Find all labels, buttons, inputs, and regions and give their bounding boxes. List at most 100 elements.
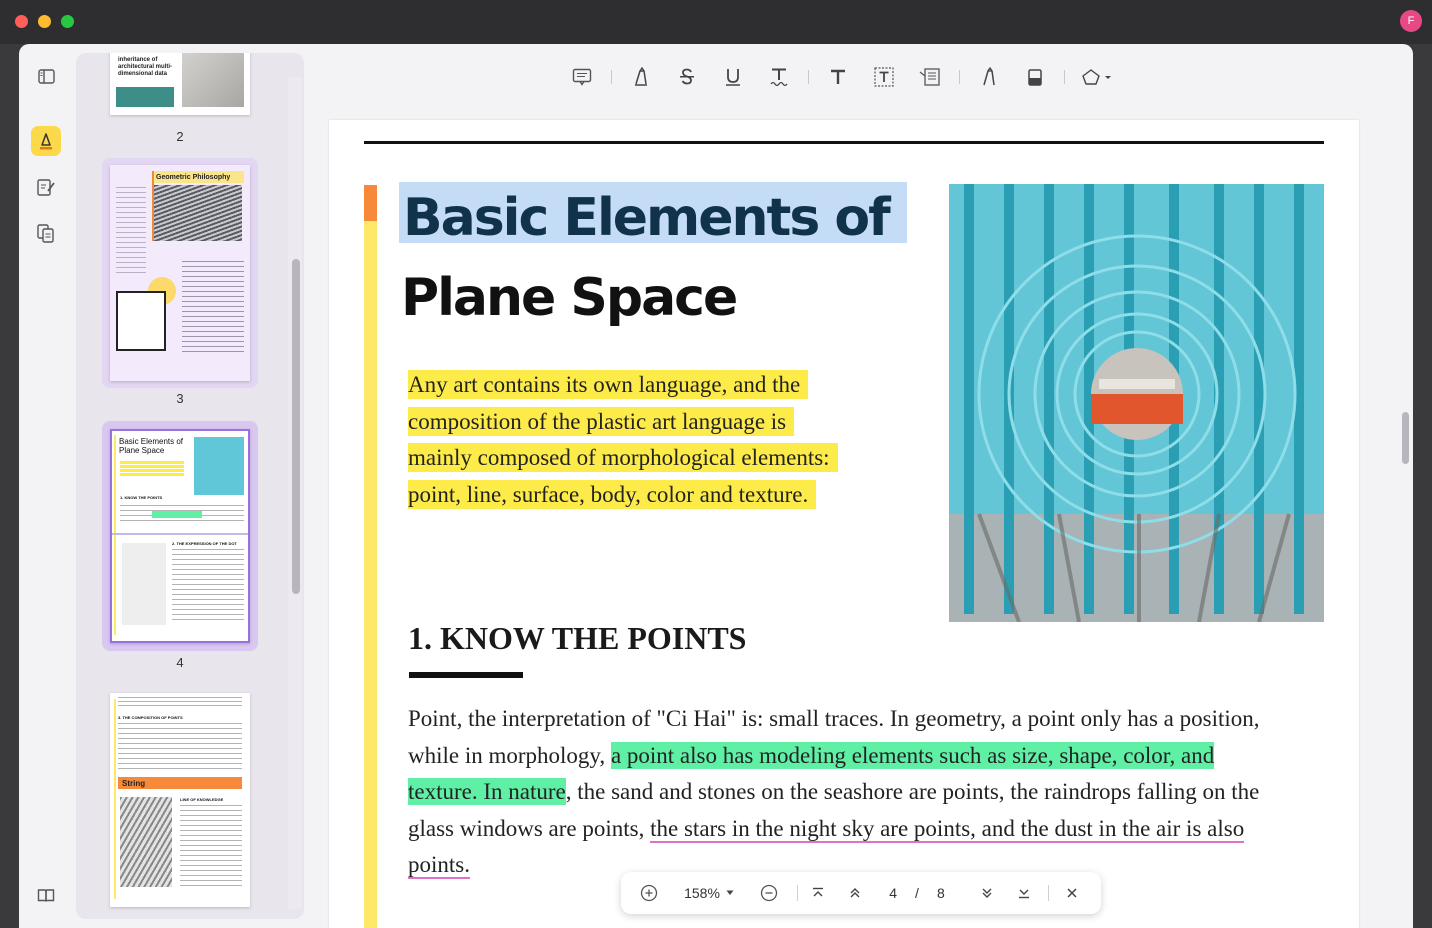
close-zoombar-button[interactable] <box>1049 872 1095 914</box>
pencil-tool-button[interactable] <box>974 62 1004 92</box>
previous-page-button[interactable] <box>838 872 872 914</box>
thumbnail-text-block <box>118 697 242 707</box>
strikethrough-icon <box>680 68 694 85</box>
last-page-icon <box>1019 889 1029 899</box>
thumbnail-highlight <box>152 511 202 518</box>
total-pages: 8 <box>936 885 945 901</box>
intro-paragraph[interactable]: Any art contains its own language, and t… <box>408 367 908 513</box>
thumbnail-text-block <box>172 549 244 621</box>
toolbar-separator <box>959 70 960 84</box>
highlight-icon <box>635 67 647 86</box>
thumbnail-scrollbar[interactable] <box>292 259 300 594</box>
toolbar-separator <box>808 70 809 84</box>
thumbnail-image <box>194 437 244 495</box>
edit-mode-button[interactable] <box>31 172 61 202</box>
page-separator: / <box>915 885 919 901</box>
chevron-down-icon <box>726 890 734 895</box>
document-scrollbar[interactable] <box>1402 412 1409 464</box>
strikethrough-tool-button[interactable] <box>672 62 702 92</box>
comment-tool-button[interactable] <box>567 62 597 92</box>
thumbnail-image <box>154 185 242 241</box>
thumbnail-page-2[interactable]: inheritance of architectural multi-dimen… <box>110 53 250 115</box>
zoom-in-icon <box>640 884 658 902</box>
sidebar-toggle-button[interactable] <box>31 61 61 91</box>
document-page: Basic Elements of Plane Space Any art co… <box>329 120 1359 928</box>
photo-illustration <box>949 184 1324 622</box>
intro-line: point, line, surface, body, color and te… <box>408 479 817 509</box>
thumbnail-page-5[interactable]: 3. THE COMPOSITION OF POINTS String LINE… <box>110 693 250 907</box>
squiggly-tool-button[interactable] <box>764 62 794 92</box>
highlighter-icon <box>40 133 52 150</box>
eraser-tool-button[interactable] <box>1020 62 1050 92</box>
page-top-rule <box>364 141 1324 144</box>
page-title-line-1[interactable]: Basic Elements of <box>399 182 907 246</box>
zoom-level-dropdown[interactable]: 158% <box>677 872 741 914</box>
thumbnail-title: Geometric Philosophy <box>156 174 231 181</box>
maximize-window-button[interactable] <box>61 15 74 28</box>
zoom-in-button[interactable] <box>621 872 677 914</box>
page-accent-bar <box>364 185 377 928</box>
thumbnail-text-block <box>118 723 242 769</box>
thumbnail-number: 3 <box>176 391 184 406</box>
minimize-window-button[interactable] <box>38 15 51 28</box>
chevron-double-down-icon <box>982 888 992 898</box>
text-tool-button[interactable] <box>823 62 853 92</box>
thumbnail-subheading: 1. KNOW THE POINTS <box>120 495 163 500</box>
body-paragraph[interactable]: Point, the interpretation of "Ci Hai" is… <box>408 701 1288 884</box>
zoom-navigation-bar: 158% 4 / 8 <box>621 872 1101 914</box>
page-indicator[interactable]: 4 / 8 <box>872 879 962 907</box>
text-callout-icon <box>919 68 940 86</box>
text-icon <box>831 69 845 84</box>
text-callout-tool-button[interactable] <box>915 62 945 92</box>
pencil-icon <box>983 67 995 86</box>
thumbnail-divider <box>112 533 248 535</box>
thumbnail-image <box>182 53 244 107</box>
close-window-button[interactable] <box>15 15 28 28</box>
organize-mode-button[interactable] <box>31 218 61 248</box>
thumbnail-accent <box>114 699 116 899</box>
thumbnail-page-4[interactable]: Basic Elements of Plane Space 1. KNOW TH… <box>110 429 250 643</box>
first-page-icon <box>813 887 823 897</box>
sidebar-toggle-icon <box>37 68 55 84</box>
toolbar-separator <box>611 70 612 84</box>
thumbnail-image <box>120 797 172 887</box>
highlight-tool-button[interactable] <box>626 62 656 92</box>
intro-line: Any art contains its own language, and t… <box>408 370 809 399</box>
next-page-button[interactable] <box>962 872 1012 914</box>
thumbnail-subheading: 2. THE EXPRESSION OF THE DOT <box>172 541 237 546</box>
intro-line: composition of the plastic art language … <box>408 406 795 436</box>
current-page: 4 <box>889 885 898 901</box>
underline-tool-button[interactable] <box>718 62 748 92</box>
thumbnail-subheading: LINE OF KNOWLEDGE <box>180 797 224 802</box>
textbox-icon <box>874 67 894 87</box>
comment-mode-button[interactable] <box>31 126 61 156</box>
zoom-level-value: 158% <box>684 885 720 901</box>
book-icon <box>37 888 55 902</box>
comment-icon <box>572 68 592 86</box>
edit-pages-icon <box>37 179 55 196</box>
thumbnail-accent <box>152 171 154 241</box>
thumbnail-text-block <box>180 805 242 887</box>
thumbnail-page-3[interactable]: Geometric Philosophy <box>110 165 250 381</box>
thumbnail-subheading: 3. THE COMPOSITION OF POINTS <box>118 715 183 720</box>
zoom-out-icon <box>760 884 778 902</box>
user-avatar[interactable]: F <box>1400 10 1422 32</box>
thumbnail-panel: inheritance of architectural multi-dimen… <box>76 53 304 919</box>
thumbnail-image <box>122 543 166 625</box>
close-icon <box>1067 888 1077 898</box>
thumbnail-title: Basic Elements of Plane Space <box>119 437 184 455</box>
title-bar: F <box>0 0 1432 44</box>
textbox-tool-button[interactable] <box>869 62 899 92</box>
intro-line: mainly composed of morphological element… <box>408 443 838 472</box>
first-page-button[interactable] <box>798 872 838 914</box>
page-title-line-2[interactable]: Plane Space <box>401 268 738 328</box>
reading-mode-button[interactable] <box>31 880 61 910</box>
section-heading[interactable]: 1. KNOW THE POINTS <box>408 620 746 657</box>
concentric-circles-photo[interactable] <box>949 184 1324 622</box>
toolbar-separator <box>1064 70 1065 84</box>
zoom-out-button[interactable] <box>741 872 797 914</box>
thumbnail-number: 2 <box>176 129 184 144</box>
last-page-button[interactable] <box>1012 872 1036 914</box>
thumbnail-label: String <box>122 779 146 788</box>
shape-tool-button[interactable] <box>1079 62 1119 92</box>
